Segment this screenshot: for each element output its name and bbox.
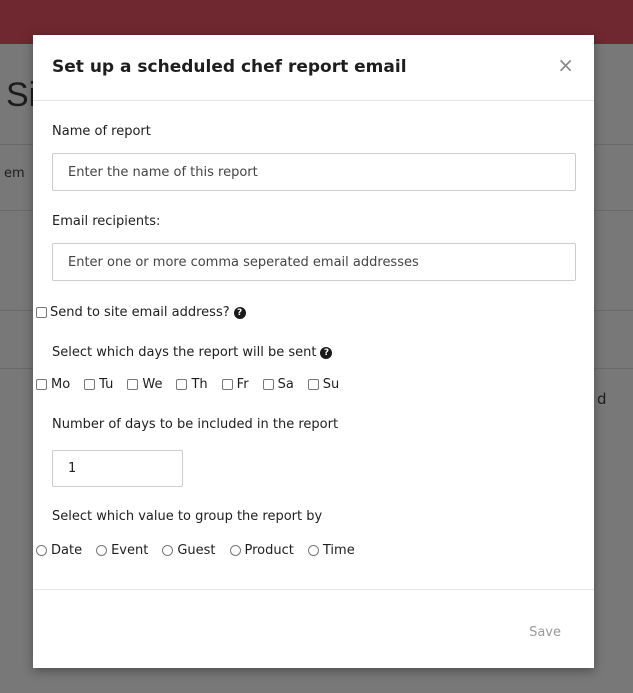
report-name-input[interactable]: Enter the name of this report: [52, 153, 576, 191]
day-checkbox[interactable]: [262, 379, 274, 390]
site-email-checkbox[interactable]: [36, 307, 47, 318]
group-option-label: Time: [322, 543, 355, 558]
background-text-fragment-right: d: [597, 390, 607, 408]
group-by-label: Select which value to group the report b…: [52, 509, 323, 524]
day-checkbox[interactable]: [221, 379, 233, 390]
group-option-time[interactable]: Time: [307, 543, 355, 558]
close-button[interactable]: ×: [557, 55, 574, 75]
day-option-tu[interactable]: Tu: [84, 377, 113, 392]
help-icon[interactable]: ?: [320, 346, 333, 359]
days-checkbox-group: Mo Tu We Th Fr Sa Su: [36, 377, 353, 392]
group-radio[interactable]: [229, 545, 241, 556]
modal-footer: Save: [33, 589, 594, 668]
day-option-th[interactable]: Th: [176, 377, 208, 392]
day-label: We: [142, 377, 163, 392]
day-label: Su: [322, 377, 340, 392]
email-recipients-input[interactable]: Enter one or more comma seperated email …: [52, 243, 576, 281]
day-checkbox[interactable]: [36, 379, 47, 390]
help-icon[interactable]: ?: [233, 306, 246, 319]
day-option-sa[interactable]: Sa: [262, 377, 294, 392]
day-label: Th: [191, 377, 208, 392]
group-radio[interactable]: [36, 545, 47, 556]
group-option-event[interactable]: Event: [96, 543, 148, 558]
save-button[interactable]: Save: [529, 625, 561, 640]
group-radio[interactable]: [96, 545, 108, 556]
days-label: Select which days the report will be sen…: [52, 345, 317, 360]
day-label: Mo: [51, 377, 71, 392]
group-option-label: Product: [244, 543, 294, 558]
day-option-fr[interactable]: Fr: [221, 377, 249, 392]
number-of-days-label: Number of days to be included in the rep…: [52, 417, 339, 432]
site-email-label: Send to site email address?: [50, 305, 230, 320]
group-radio[interactable]: [162, 545, 174, 556]
day-option-mo[interactable]: Mo: [36, 377, 70, 392]
name-of-report-label: Name of report: [52, 124, 151, 139]
group-option-label: Date: [51, 543, 83, 558]
modal-header: Set up a scheduled chef report email ×: [33, 35, 594, 101]
group-option-label: Guest: [177, 543, 216, 558]
number-of-days-input[interactable]: 1: [52, 450, 183, 487]
group-option-date[interactable]: Date: [36, 543, 82, 558]
site-email-row: Send to site email address? ?: [36, 305, 246, 320]
group-option-guest[interactable]: Guest: [162, 543, 216, 558]
email-recipients-label: Email recipients:: [52, 214, 161, 229]
day-label: Tu: [99, 377, 114, 392]
day-option-we[interactable]: We: [127, 377, 162, 392]
report-email-modal: Set up a scheduled chef report email × N…: [33, 35, 594, 668]
modal-title: Set up a scheduled chef report email: [52, 57, 407, 77]
day-checkbox[interactable]: [127, 379, 139, 390]
modal-body: Name of report Enter the name of this re…: [33, 101, 594, 589]
group-radio[interactable]: [307, 545, 319, 556]
day-checkbox[interactable]: [307, 379, 319, 390]
day-checkbox[interactable]: [84, 379, 96, 390]
group-option-label: Event: [111, 543, 149, 558]
group-option-product[interactable]: Product: [229, 543, 294, 558]
group-by-radio-group: Date Event Guest Product Time: [36, 543, 369, 558]
days-label-row: Select which days the report will be sen…: [52, 345, 333, 360]
day-label: Fr: [236, 377, 249, 392]
day-checkbox[interactable]: [176, 379, 188, 390]
background-title-fragment: Si: [6, 76, 37, 114]
day-label: Sa: [277, 377, 294, 392]
background-text-fragment-left: em: [4, 166, 25, 181]
day-option-su[interactable]: Su: [307, 377, 340, 392]
